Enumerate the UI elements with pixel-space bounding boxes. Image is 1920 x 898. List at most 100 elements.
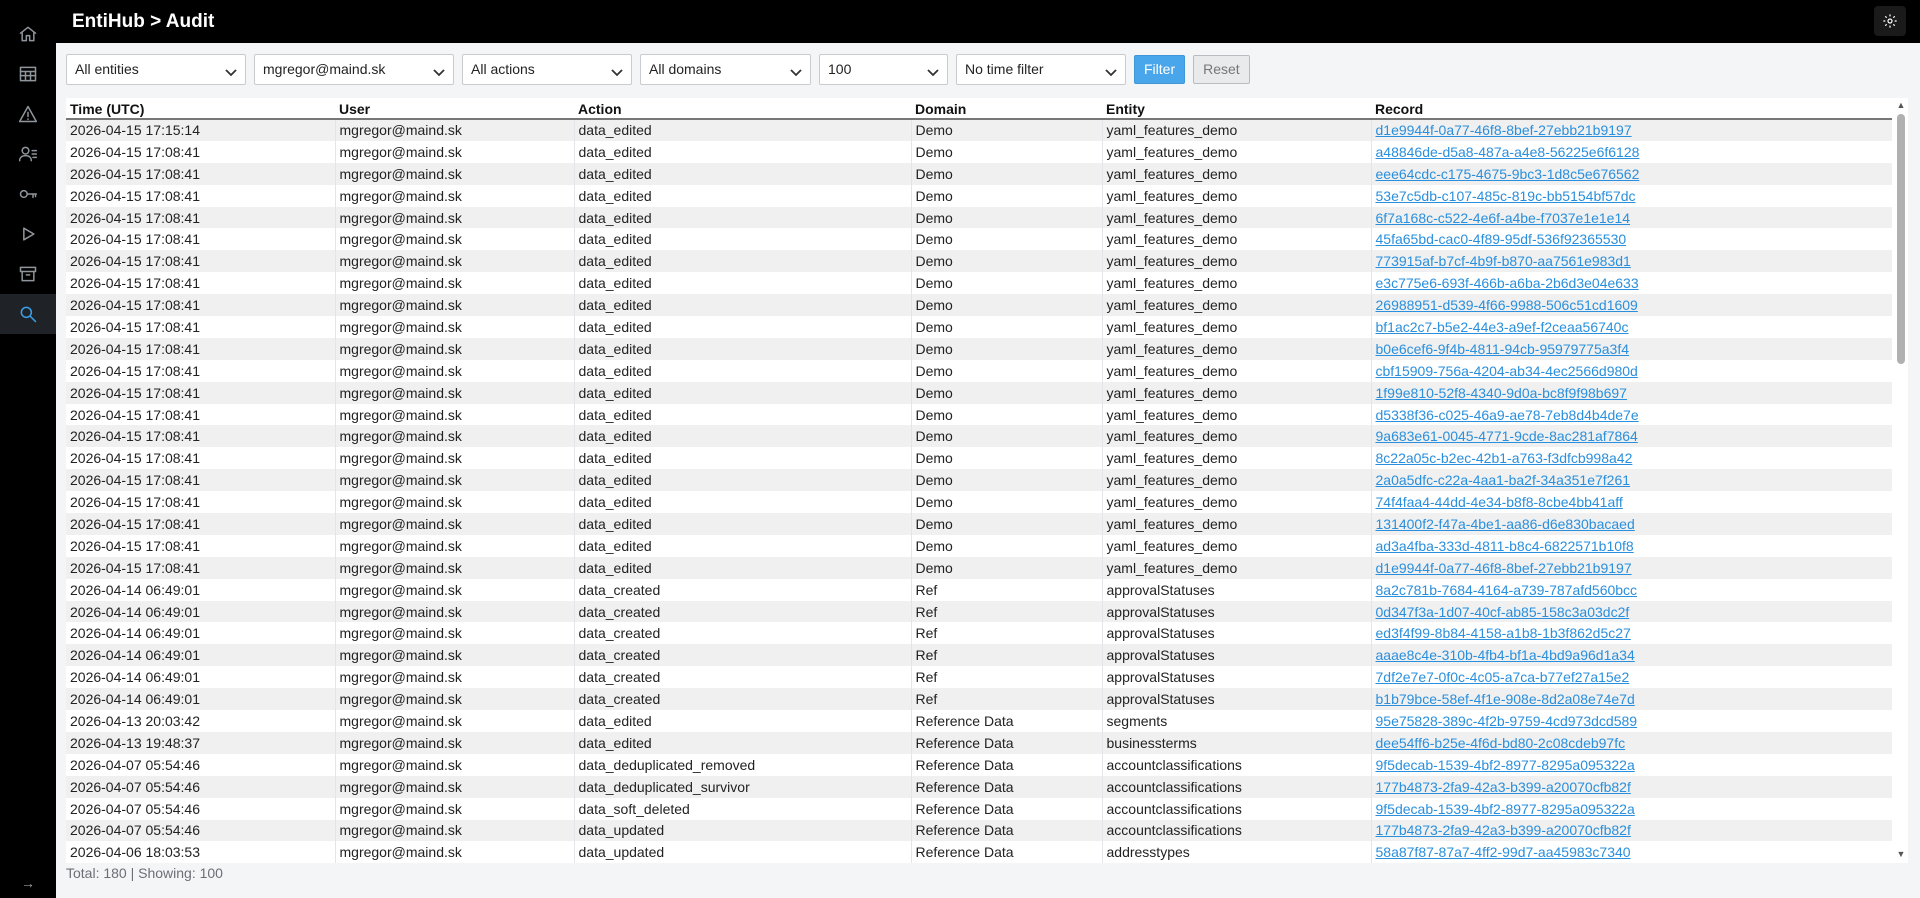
record-cell[interactable]: d1e9944f-0a77-46f8-8bef-27ebb21b9197 bbox=[1370, 119, 1892, 141]
table-row[interactable]: 2026-04-15 17:08:41 mgregor@maind.sk data_… bbox=[66, 447, 1892, 470]
table-row[interactable]: 2026-04-15 17:08:41 mgregor@maind.sk data_… bbox=[66, 184, 1892, 207]
table-row[interactable]: 2026-04-15 17:08:41 mgregor@maind.sk data_… bbox=[66, 491, 1892, 514]
record-cell[interactable]: 131400f2-f47a-4be1-aa86-d6e830bacaed bbox=[1370, 513, 1892, 535]
sidebar-expand-button[interactable]: → bbox=[0, 868, 56, 898]
record-link[interactable]: ad3a4fba-333d-4811-b8c4-6822571b10f8 bbox=[1376, 538, 1634, 554]
record-link[interactable]: 45fa65bd-cac0-4f89-95df-536f92365530 bbox=[1376, 231, 1627, 247]
table-row[interactable]: 2026-04-15 17:08:41 mgregor@maind.sk data_… bbox=[66, 272, 1892, 295]
sidebar-item-run[interactable] bbox=[0, 214, 56, 254]
record-link[interactable]: 9f5decab-1539-4bf2-8977-8295a095322a bbox=[1376, 801, 1635, 817]
sidebar-item-issues[interactable] bbox=[0, 94, 56, 134]
table-row[interactable]: 2026-04-07 05:54:46 mgregor@maind.sk data_… bbox=[66, 753, 1892, 776]
record-link[interactable]: dee54ff6-b25e-4f6d-bd80-2c08cdeb97fc bbox=[1376, 735, 1626, 751]
sidebar-item-keys[interactable] bbox=[0, 174, 56, 214]
record-link[interactable]: 177b4873-2fa9-42a3-b399-a20070cfb82f bbox=[1376, 779, 1631, 795]
record-cell[interactable]: cbf15909-756a-4204-ab34-4ec2566d980d bbox=[1370, 359, 1892, 382]
table-row[interactable]: 2026-04-15 17:08:41 mgregor@maind.sk data_… bbox=[66, 228, 1892, 251]
sidebar-item-audit[interactable] bbox=[0, 294, 56, 334]
table-row[interactable]: 2026-04-14 06:49:01 mgregor@maind.sk data_… bbox=[66, 578, 1892, 601]
user-select[interactable]: mgregor@maind.sk bbox=[254, 53, 454, 85]
column-header-record[interactable]: Record bbox=[1371, 98, 1892, 120]
limit-select[interactable]: 100 bbox=[819, 53, 948, 85]
record-cell[interactable]: 9f5decab-1539-4bf2-8977-8295a095322a bbox=[1370, 753, 1892, 776]
record-cell[interactable]: 177b4873-2fa9-42a3-b399-a20070cfb82f bbox=[1370, 775, 1892, 798]
record-cell[interactable]: b0e6cef6-9f4b-4811-94cb-95979775a3f4 bbox=[1370, 337, 1892, 360]
record-cell[interactable]: 95e75828-389c-4f2b-9759-4cd973dcd589 bbox=[1370, 710, 1892, 732]
record-cell[interactable]: bf1ac2c7-b5e2-44e3-a9ef-f2ceaa56740c bbox=[1370, 316, 1892, 338]
table-row[interactable]: 2026-04-07 05:54:46 mgregor@maind.sk data_… bbox=[66, 797, 1892, 820]
scroll-down-icon[interactable]: ▼ bbox=[1896, 849, 1906, 859]
column-header-action[interactable]: Action bbox=[574, 98, 911, 120]
table-row[interactable]: 2026-04-15 17:08:41 mgregor@maind.sk data_… bbox=[66, 337, 1892, 360]
record-cell[interactable]: 773915af-b7cf-4b9f-b870-aa7561e983d1 bbox=[1370, 250, 1892, 273]
record-cell[interactable]: b1b79bce-58ef-4f1e-908e-8d2a08e74e7d bbox=[1370, 688, 1892, 711]
record-cell[interactable]: 7df2e7e7-0f0c-4c05-a7ca-b77ef27a15e2 bbox=[1370, 666, 1892, 689]
record-link[interactable]: aaae8c4e-310b-4fb4-bf1a-4bd9a96d1a34 bbox=[1376, 647, 1635, 663]
table-row[interactable]: 2026-04-14 06:49:01 mgregor@maind.sk data_… bbox=[66, 644, 1892, 667]
sidebar-item-home[interactable] bbox=[0, 14, 56, 54]
table-row[interactable]: 2026-04-15 17:08:41 mgregor@maind.sk data_… bbox=[66, 534, 1892, 557]
table-row[interactable]: 2026-04-14 06:49:01 mgregor@maind.sk data_… bbox=[66, 600, 1892, 623]
table-row[interactable]: 2026-04-15 17:08:41 mgregor@maind.sk data_… bbox=[66, 403, 1892, 426]
record-cell[interactable]: d1e9944f-0a77-46f8-8bef-27ebb21b9197 bbox=[1370, 556, 1892, 579]
time-filter-select[interactable]: No time filter bbox=[956, 53, 1126, 85]
table-row[interactable]: 2026-04-14 06:49:01 mgregor@maind.sk data_… bbox=[66, 622, 1892, 645]
record-link[interactable]: cbf15909-756a-4204-ab34-4ec2566d980d bbox=[1376, 363, 1638, 379]
table-row[interactable]: 2026-04-15 17:08:41 mgregor@maind.sk data_… bbox=[66, 140, 1892, 163]
table-row[interactable]: 2026-04-14 06:49:01 mgregor@maind.sk data_… bbox=[66, 666, 1892, 689]
record-link[interactable]: d1e9944f-0a77-46f8-8bef-27ebb21b9197 bbox=[1376, 560, 1632, 576]
record-cell[interactable]: 8a2c781b-7684-4164-a739-787afd560bcc bbox=[1370, 578, 1892, 601]
record-link[interactable]: ed3f4f99-8b84-4158-a1b8-1b3f862d5c27 bbox=[1376, 625, 1631, 641]
record-link[interactable]: e3c775e6-693f-466b-a6ba-2b6d3e04e633 bbox=[1376, 275, 1639, 291]
record-link[interactable]: b1b79bce-58ef-4f1e-908e-8d2a08e74e7d bbox=[1376, 691, 1635, 707]
record-link[interactable]: 74f4faa4-44dd-4e34-b8f8-8cbe4bb41aff bbox=[1376, 494, 1623, 510]
record-link[interactable]: 53e7c5db-c107-485c-819c-bb5154bf57dc bbox=[1376, 188, 1636, 204]
table-row[interactable]: 2026-04-15 17:08:41 mgregor@maind.sk data_… bbox=[66, 381, 1892, 404]
record-link[interactable]: eee64cdc-c175-4675-9bc3-1d8c5e676562 bbox=[1376, 166, 1640, 182]
record-cell[interactable]: aaae8c4e-310b-4fb4-bf1a-4bd9a96d1a34 bbox=[1370, 644, 1892, 667]
record-cell[interactable]: 45fa65bd-cac0-4f89-95df-536f92365530 bbox=[1370, 228, 1892, 251]
reset-button[interactable]: Reset bbox=[1193, 54, 1250, 84]
table-row[interactable]: 2026-04-15 17:08:41 mgregor@maind.sk data_… bbox=[66, 294, 1892, 317]
table-row[interactable]: 2026-04-15 17:15:14 mgregor@maind.sk data_… bbox=[66, 119, 1892, 141]
column-header-time[interactable]: Time (UTC) bbox=[66, 98, 335, 120]
table-row[interactable]: 2026-04-15 17:08:41 mgregor@maind.sk data_… bbox=[66, 250, 1892, 273]
record-cell[interactable]: dee54ff6-b25e-4f6d-bd80-2c08cdeb97fc bbox=[1370, 731, 1892, 754]
table-row[interactable]: 2026-04-13 19:48:37 mgregor@maind.sk data_… bbox=[66, 731, 1892, 754]
record-link[interactable]: d5338f36-c025-46a9-ae78-7eb8d4b4de7e bbox=[1376, 407, 1639, 423]
scroll-up-icon[interactable]: ▲ bbox=[1896, 100, 1906, 110]
record-cell[interactable]: 2a0a5dfc-c22a-4aa1-ba2f-34a351e7f261 bbox=[1370, 469, 1892, 492]
table-row[interactable]: 2026-04-07 05:54:46 mgregor@maind.sk data_… bbox=[66, 819, 1892, 842]
domain-select[interactable]: All domains bbox=[640, 53, 811, 85]
record-cell[interactable]: 6f7a168c-c522-4e6f-a4be-f7037e1e1e14 bbox=[1370, 206, 1892, 229]
table-row[interactable]: 2026-04-14 06:49:01 mgregor@maind.sk data_… bbox=[66, 688, 1892, 711]
entity-select[interactable]: All entities bbox=[66, 53, 246, 85]
record-cell[interactable]: 53e7c5db-c107-485c-819c-bb5154bf57dc bbox=[1370, 184, 1892, 207]
table-row[interactable]: 2026-04-15 17:08:41 mgregor@maind.sk data_… bbox=[66, 513, 1892, 535]
record-link[interactable]: 58a87f87-87a7-4ff2-99d7-aa45983c7340 bbox=[1376, 844, 1631, 860]
record-link[interactable]: 95e75828-389c-4f2b-9759-4cd973dcd589 bbox=[1376, 713, 1638, 729]
column-header-entity[interactable]: Entity bbox=[1102, 98, 1371, 120]
record-link[interactable]: b0e6cef6-9f4b-4811-94cb-95979775a3f4 bbox=[1376, 341, 1630, 357]
record-link[interactable]: 773915af-b7cf-4b9f-b870-aa7561e983d1 bbox=[1376, 253, 1631, 269]
table-row[interactable]: 2026-04-15 17:08:41 mgregor@maind.sk data_… bbox=[66, 425, 1892, 448]
table-scrollbar[interactable]: ▲ ▼ bbox=[1894, 98, 1908, 863]
record-cell[interactable]: e3c775e6-693f-466b-a6ba-2b6d3e04e633 bbox=[1370, 272, 1892, 295]
record-link[interactable]: 177b4873-2fa9-42a3-b399-a20070cfb82f bbox=[1376, 822, 1631, 838]
scrollbar-thumb[interactable] bbox=[1897, 114, 1905, 364]
table-row[interactable]: 2026-04-15 17:08:41 mgregor@maind.sk data_… bbox=[66, 556, 1892, 579]
record-cell[interactable]: 26988951-d539-4f66-9988-506c51cd1609 bbox=[1370, 294, 1892, 317]
record-link[interactable]: bf1ac2c7-b5e2-44e3-a9ef-f2ceaa56740c bbox=[1376, 319, 1629, 335]
record-link[interactable]: 7df2e7e7-0f0c-4c05-a7ca-b77ef27a15e2 bbox=[1376, 669, 1630, 685]
table-row[interactable]: 2026-04-15 17:08:41 mgregor@maind.sk data_… bbox=[66, 206, 1892, 229]
record-link[interactable]: d1e9944f-0a77-46f8-8bef-27ebb21b9197 bbox=[1376, 122, 1632, 138]
table-row[interactable]: 2026-04-15 17:08:41 mgregor@maind.sk data_… bbox=[66, 469, 1892, 492]
table-row[interactable]: 2026-04-06 18:03:53 mgregor@maind.sk data_… bbox=[66, 841, 1892, 863]
sidebar-item-tables[interactable] bbox=[0, 54, 56, 94]
record-link[interactable]: 8a2c781b-7684-4164-a739-787afd560bcc bbox=[1376, 582, 1638, 598]
table-row[interactable]: 2026-04-15 17:08:41 mgregor@maind.sk data_… bbox=[66, 316, 1892, 338]
record-link[interactable]: 26988951-d539-4f66-9988-506c51cd1609 bbox=[1376, 297, 1638, 313]
record-cell[interactable]: d5338f36-c025-46a9-ae78-7eb8d4b4de7e bbox=[1370, 403, 1892, 426]
sidebar-item-archive[interactable] bbox=[0, 254, 56, 294]
table-row[interactable]: 2026-04-15 17:08:41 mgregor@maind.sk data_… bbox=[66, 162, 1892, 185]
